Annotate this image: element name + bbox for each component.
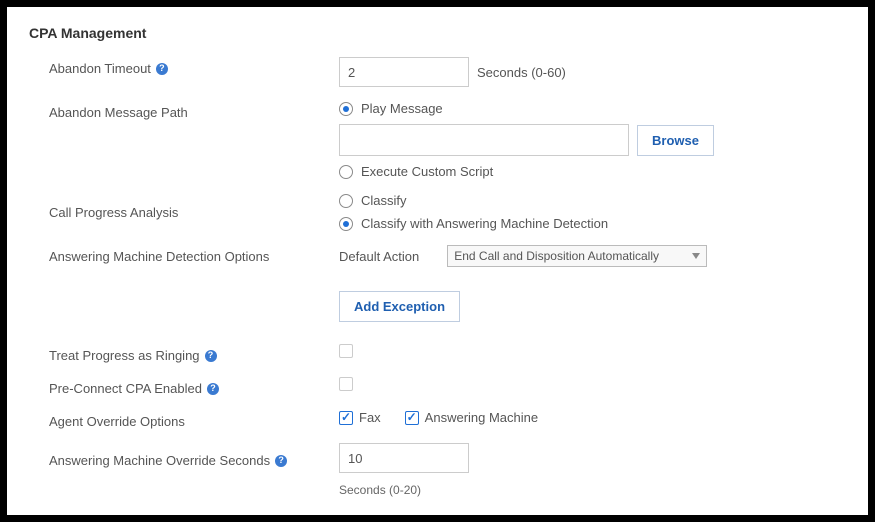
cpa-management-panel: CPA Management Abandon Timeout ? Seconds… bbox=[7, 7, 868, 515]
info-icon[interactable]: ? bbox=[207, 383, 219, 395]
amd-override-seconds-hint: Seconds (0-20) bbox=[339, 483, 846, 497]
play-message-radio[interactable] bbox=[339, 102, 353, 116]
amd-options-label: Answering Machine Detection Options bbox=[29, 245, 339, 264]
add-exception-button[interactable]: Add Exception bbox=[339, 291, 460, 322]
amd-override-seconds-input[interactable] bbox=[339, 443, 469, 473]
agent-override-label: Agent Override Options bbox=[29, 410, 339, 429]
answering-machine-label: Answering Machine bbox=[425, 410, 538, 425]
answering-machine-checkbox[interactable] bbox=[405, 411, 419, 425]
message-path-input[interactable] bbox=[339, 124, 629, 156]
default-action-label: Default Action bbox=[339, 249, 419, 264]
call-progress-label: Call Progress Analysis bbox=[29, 193, 339, 220]
abandon-timeout-label: Abandon Timeout ? bbox=[29, 57, 339, 76]
section-title: CPA Management bbox=[29, 25, 846, 41]
default-action-select[interactable]: End Call and Disposition Automatically bbox=[447, 245, 707, 267]
fax-label: Fax bbox=[359, 410, 381, 425]
pre-connect-checkbox[interactable] bbox=[339, 377, 353, 391]
abandon-timeout-hint: Seconds (0-60) bbox=[477, 65, 566, 80]
treat-progress-label: Treat Progress as Ringing ? bbox=[29, 344, 339, 363]
abandon-timeout-input[interactable] bbox=[339, 57, 469, 87]
info-icon[interactable]: ? bbox=[205, 350, 217, 362]
abandon-message-path-label: Abandon Message Path bbox=[29, 101, 339, 120]
browse-button[interactable]: Browse bbox=[637, 125, 714, 156]
classify-amd-radio[interactable] bbox=[339, 217, 353, 231]
info-icon[interactable]: ? bbox=[156, 63, 168, 75]
pre-connect-label: Pre-Connect CPA Enabled ? bbox=[29, 377, 339, 396]
classify-amd-label: Classify with Answering Machine Detectio… bbox=[361, 216, 608, 231]
treat-progress-checkbox[interactable] bbox=[339, 344, 353, 358]
execute-script-radio[interactable] bbox=[339, 165, 353, 179]
info-icon[interactable]: ? bbox=[275, 455, 287, 467]
play-message-label: Play Message bbox=[361, 101, 443, 116]
classify-radio[interactable] bbox=[339, 194, 353, 208]
execute-script-label: Execute Custom Script bbox=[361, 164, 493, 179]
classify-label: Classify bbox=[361, 193, 407, 208]
amd-override-seconds-label: Answering Machine Override Seconds ? bbox=[29, 443, 339, 468]
fax-checkbox[interactable] bbox=[339, 411, 353, 425]
